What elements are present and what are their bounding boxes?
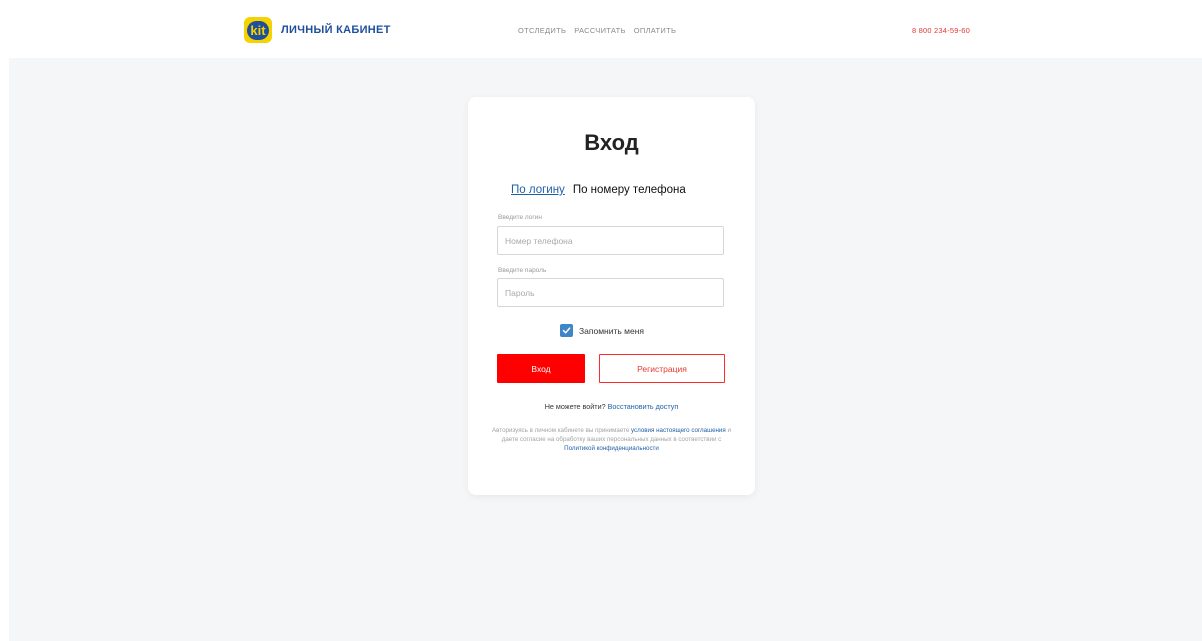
remember-checkbox[interactable] — [560, 324, 573, 337]
agreement-link[interactable]: условия настоящего соглашения — [631, 427, 726, 434]
remember-label: Запомнить меня — [579, 325, 645, 336]
legal-prefix: Авторизуясь в личном кабинете вы принима… — [492, 427, 630, 434]
password-field-label: Введите пароль — [498, 267, 547, 274]
login-button[interactable]: Вход — [497, 354, 585, 383]
check-icon — [562, 327, 571, 334]
password-input[interactable] — [497, 278, 724, 307]
login-title: Вход — [584, 130, 639, 155]
logo-link[interactable]: kit ЛИЧНЫЙ КАБИНЕТ — [244, 17, 391, 43]
logo-letters: kit — [247, 20, 269, 40]
restore-access-link[interactable]: Восстановить доступ — [608, 402, 679, 411]
tab-by-phone[interactable]: По номеру телефона — [573, 184, 686, 196]
top-header: kit ЛИЧНЫЙ КАБИНЕТ ОТСЛЕДИТЬ РАССЧИТАТЬ … — [0, 0, 1202, 58]
login-field-label: Введите логин — [498, 214, 543, 221]
nav-pay[interactable]: ОПЛАТИТЬ — [634, 26, 676, 35]
remember-me[interactable]: Запомнить меня — [560, 324, 644, 337]
legal-notice: Авторизуясь в личном кабинете вы принима… — [492, 426, 731, 453]
privacy-policy-link[interactable]: Политикой конфиденциальности — [564, 445, 659, 452]
login-card: Вход По логину По номеру телефона Введит… — [468, 97, 755, 495]
kit-logo-icon: kit — [244, 17, 272, 43]
cant-login-row: Не можете войти? Восстановить доступ — [468, 402, 755, 411]
phone-link[interactable]: 8 800 234-59-60 — [912, 26, 970, 35]
cabinet-title: ЛИЧНЫЙ КАБИНЕТ — [281, 24, 391, 36]
nav-track[interactable]: ОТСЛЕДИТЬ — [518, 26, 566, 35]
nav-calculate[interactable]: РАССЧИТАТЬ — [574, 26, 626, 35]
login-input[interactable] — [497, 226, 724, 255]
register-button[interactable]: Регистрация — [599, 354, 725, 383]
cant-login-text: Не можете войти? — [544, 402, 606, 411]
login-tabs: По логину По номеру телефона — [511, 184, 686, 196]
tab-by-login[interactable]: По логину — [511, 184, 565, 196]
main-nav: ОТСЛЕДИТЬ РАССЧИТАТЬ ОПЛАТИТЬ — [518, 26, 676, 35]
